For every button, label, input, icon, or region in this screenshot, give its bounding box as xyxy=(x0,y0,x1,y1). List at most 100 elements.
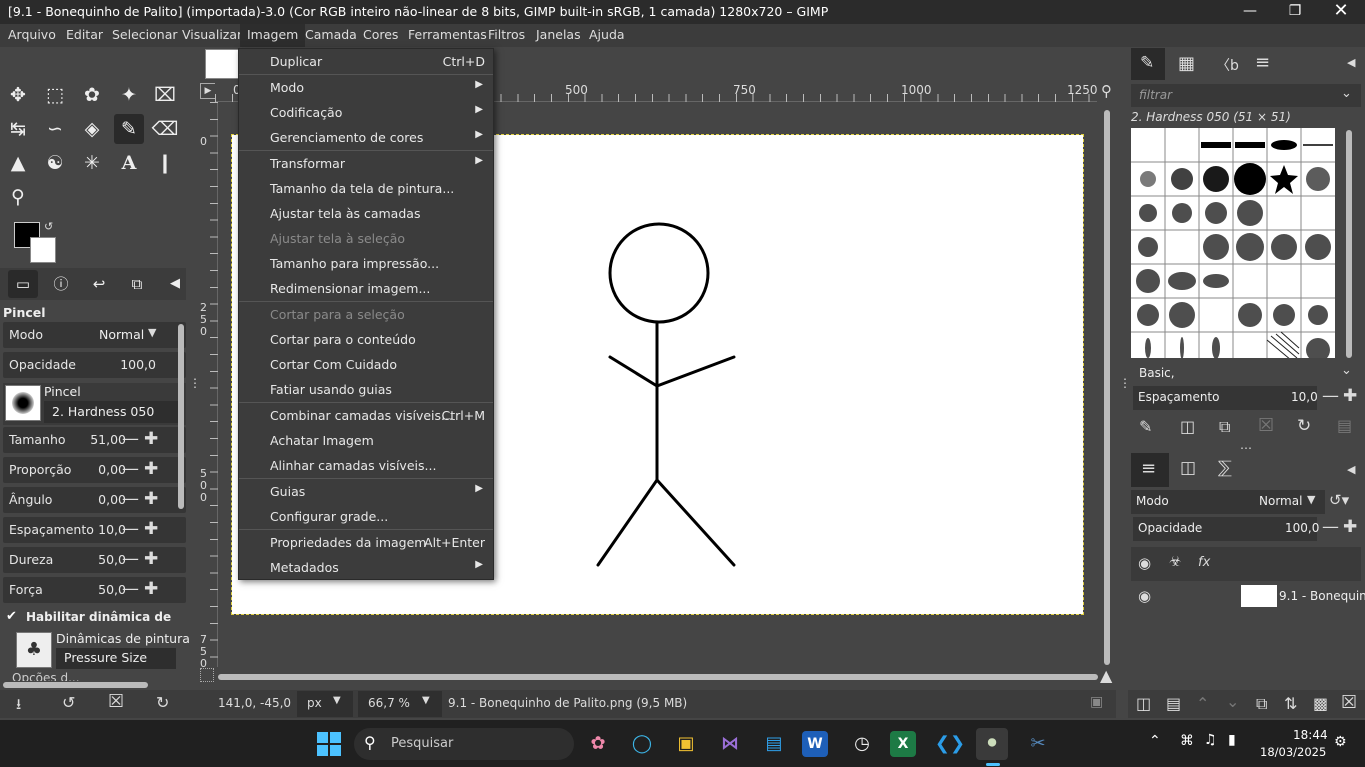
new-layer-icon[interactable]: ◫ xyxy=(1136,694,1151,713)
vscode-icon[interactable]: ❮❯ xyxy=(934,728,966,760)
layer-visibility-icon[interactable]: ◉ xyxy=(1138,587,1151,605)
volume-icon[interactable]: ♫ xyxy=(1204,732,1217,748)
dynamics-icon[interactable]: ♣ xyxy=(16,632,52,668)
minus-icon[interactable]: — xyxy=(122,459,139,479)
edge-icon[interactable]: ◯ xyxy=(626,728,658,760)
layer-mode-switch-icon[interactable]: ↺▾ xyxy=(1329,491,1349,509)
minus-icon[interactable]: — xyxy=(122,579,139,599)
dock-menu-icon[interactable]: ◀ xyxy=(1347,56,1355,69)
text-tool-icon[interactable]: A xyxy=(114,148,144,178)
clock-app-icon[interactable]: ◷ xyxy=(846,728,878,760)
effects-header-icon[interactable]: fx xyxy=(1198,555,1210,570)
rect-select-tool-icon[interactable]: ⬚ xyxy=(40,80,70,110)
clone-tool-icon[interactable]: ▲ xyxy=(3,148,33,178)
layer-mode-value[interactable]: Normal xyxy=(1259,494,1302,508)
maximize-button[interactable]: ❐ xyxy=(1272,0,1318,24)
zoom-select[interactable]: 66,7 % ▼ xyxy=(358,691,442,717)
spacing-row[interactable]: Espaçamento 10,0 xyxy=(1133,386,1318,410)
plus-icon[interactable]: ✚ xyxy=(144,519,158,539)
filter-dropdown-icon[interactable]: ⌄ xyxy=(1341,86,1352,101)
visibility-header-icon[interactable]: ◉ xyxy=(1138,554,1151,572)
close-button[interactable]: ✕ xyxy=(1318,0,1364,24)
menu-item-duplicar[interactable]: Duplicar Ctrl+D xyxy=(239,49,493,74)
menu-item-guias[interactable]: Guias ▶ xyxy=(239,479,493,504)
plus-icon[interactable]: ✚ xyxy=(1343,517,1357,537)
mode-dropdown-icon[interactable]: ▼ xyxy=(148,326,156,339)
plus-icon[interactable]: ✚ xyxy=(144,489,158,509)
new-layer-group-icon[interactable]: ▤ xyxy=(1166,694,1181,713)
device-status-tab-icon[interactable]: ⓘ xyxy=(46,270,76,298)
minus-icon[interactable]: — xyxy=(122,429,139,449)
battery-icon[interactable]: ▮ xyxy=(1228,732,1236,748)
move-tool-icon[interactable]: ✥ xyxy=(3,80,33,110)
dynamics-checkbox[interactable]: ✔ xyxy=(6,609,20,624)
tray-overflow-icon[interactable]: ⌃ xyxy=(1149,733,1161,749)
dock-handle-icon[interactable]: ⋮ xyxy=(1119,376,1131,390)
layer-row[interactable]: ◉ 9.1 - Bonequinh xyxy=(1131,582,1365,610)
menu-visualizar[interactable]: Visualizar xyxy=(182,27,242,42)
minus-icon[interactable]: — xyxy=(122,489,139,509)
notepad-icon[interactable]: ▤ xyxy=(758,728,790,760)
minus-icon[interactable]: — xyxy=(1322,517,1339,537)
delete-options-icon[interactable]: ☒ xyxy=(108,691,124,712)
merge-layer-icon[interactable]: ⇅ xyxy=(1284,694,1297,713)
tool-options-vscrollbar[interactable] xyxy=(178,324,184,509)
minus-icon[interactable]: — xyxy=(1322,386,1339,406)
reset-options-icon[interactable]: ↻ xyxy=(156,693,169,712)
menu-item-tamanho-impressao[interactable]: Tamanho para impressão... xyxy=(239,251,493,276)
duplicate-brush-icon[interactable]: ⧉ xyxy=(1219,417,1230,437)
preset-select[interactable]: Basic, ⌄ xyxy=(1131,361,1361,384)
opacity-row[interactable]: Opacidade 100,0 xyxy=(3,352,186,378)
param-row[interactable]: Dureza 50,0— ✚ xyxy=(3,547,186,573)
menu-item-fatiar-guias[interactable]: Fatiar usando guias xyxy=(239,377,493,402)
tool-options-tab-icon[interactable]: ▭ xyxy=(8,270,38,298)
menu-item-tamanho-da-tela[interactable]: Tamanho da tela de pintura... xyxy=(239,176,493,201)
zoom-navigate-icon[interactable]: ⚲ xyxy=(1101,82,1112,100)
layer-opacity-value[interactable]: 100,0 xyxy=(1285,521,1319,535)
layer-name[interactable]: 9.1 - Bonequinh xyxy=(1279,589,1365,603)
notification-bell-icon[interactable]: ⚙ xyxy=(1334,734,1347,750)
path-tool-icon[interactable]: ✳ xyxy=(77,148,107,178)
layer-mode-row[interactable]: Modo Normal ▼ xyxy=(1131,490,1325,514)
opacity-value[interactable]: 100,0 xyxy=(120,357,156,372)
restore-options-icon[interactable]: ↺ xyxy=(62,693,75,712)
menu-item-ajustar-tela-camadas[interactable]: Ajustar tela às camadas xyxy=(239,201,493,226)
eraser-tool-icon[interactable]: ⌫ xyxy=(150,114,180,144)
menu-item-codificacao[interactable]: Codificação ▶ xyxy=(239,100,493,125)
refresh-brushes-icon[interactable]: ↻ xyxy=(1297,416,1311,436)
quick-mask-menu-icon[interactable]: ▶ xyxy=(200,83,216,99)
menu-arquivo[interactable]: Arquivo xyxy=(8,27,56,42)
param-value[interactable]: 51,00 xyxy=(90,432,126,447)
tray-time[interactable]: 18:44 xyxy=(1293,728,1328,742)
raise-layer-icon[interactable]: ⌃ xyxy=(1196,694,1209,713)
mode-row[interactable]: Modo Normal ▼ xyxy=(3,322,186,348)
brush-filter-input[interactable]: filtrar ⌄ xyxy=(1131,84,1361,107)
paintbrush-tool-icon[interactable]: ✎ xyxy=(114,114,144,144)
snipping-tool-icon[interactable]: ✂ xyxy=(1022,728,1054,760)
spacing-value[interactable]: 10,0 xyxy=(1291,390,1318,404)
menu-item-metadados[interactable]: Metadados ▶ xyxy=(239,555,493,580)
menu-item-propriedades-imagem[interactable]: Propriedades da imagem Alt+Enter xyxy=(239,530,493,555)
save-options-icon[interactable]: ⭳ xyxy=(16,694,21,719)
swap-colors-icon[interactable]: ↺ xyxy=(44,220,53,233)
warp-tool-icon[interactable]: ∽ xyxy=(40,114,70,144)
background-color-swatch[interactable] xyxy=(30,237,56,263)
menu-filtros[interactable]: Filtros xyxy=(488,27,525,42)
menu-editar[interactable]: Editar xyxy=(66,27,103,42)
menu-item-combinar-camadas[interactable]: Combinar camadas visíveis... Ctrl+M xyxy=(239,403,493,428)
crop-tool-icon[interactable]: ⌧ xyxy=(150,80,180,110)
minus-icon[interactable]: — xyxy=(122,519,139,539)
tray-date[interactable]: 18/03/2025 xyxy=(1260,745,1326,759)
menu-selecionar[interactable]: Selecionar xyxy=(112,27,178,42)
smudge-tool-icon[interactable]: ☯ xyxy=(40,148,70,178)
channels-tab-icon[interactable]: ◫ xyxy=(1180,458,1196,478)
menu-ajuda[interactable]: Ajuda xyxy=(589,27,625,42)
file-explorer-icon[interactable]: ▣ xyxy=(670,728,702,760)
brushes-tab-icon[interactable]: ✎ xyxy=(1131,48,1165,80)
minus-icon[interactable]: — xyxy=(122,549,139,569)
param-row[interactable]: Proporção 0,00— ✚ xyxy=(3,457,186,483)
brush-as-image-icon[interactable]: ▤ xyxy=(1337,416,1352,435)
dock-menu-icon[interactable]: ◀ xyxy=(1347,463,1355,476)
plus-icon[interactable]: ✚ xyxy=(144,459,158,479)
menu-item-achatar-imagem[interactable]: Achatar Imagem xyxy=(239,428,493,453)
